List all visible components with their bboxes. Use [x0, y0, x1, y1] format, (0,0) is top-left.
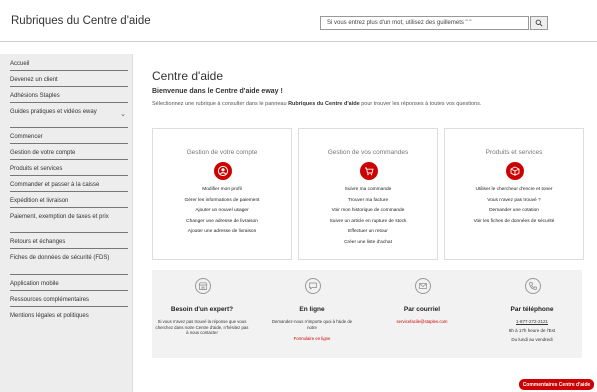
- page-title: Centre d'aide: [152, 69, 224, 83]
- contact-email: Par courriel servicefacile@staples.com: [372, 270, 472, 358]
- link-ajouter-usager[interactable]: Ajouter un nouvel usager: [153, 206, 291, 217]
- chat-icon: [305, 278, 321, 294]
- sidebar: Accueil Devenez un client Adhésions Stap…: [0, 54, 133, 392]
- sidebar-item-label: Fiches de données de sécurité (FDS): [10, 255, 110, 261]
- search-icon: [535, 19, 543, 27]
- sidebar-item-mentions[interactable]: Mentions légales et politiques: [10, 309, 128, 323]
- sidebar-item-label: Adhésions Staples: [10, 93, 60, 99]
- card-title: Gestion de votre compte: [186, 149, 258, 156]
- sidebar-item-produits[interactable]: Produits et services: [10, 162, 128, 176]
- link-suivre-commande[interactable]: Suivre ma commande: [299, 185, 437, 196]
- chevron-down-icon: ⌄: [120, 111, 126, 118]
- link-trouver-facture[interactable]: Trouver ma facture: [299, 196, 437, 207]
- email-icon: [415, 278, 431, 294]
- user-icon: [214, 162, 232, 180]
- intro-text-bold: Rubriques du Centre d'aide: [288, 101, 360, 107]
- sidebar-item-label: Ressources complémentaires: [10, 297, 90, 303]
- sidebar-item-label: Retours et échanges: [10, 239, 66, 245]
- link-modifier-profil[interactable]: Modifier mon profil: [153, 185, 291, 196]
- card-products: Produits et services Utiliser le cherche…: [444, 128, 584, 260]
- store-icon: [195, 278, 211, 294]
- sidebar-item-gestion-compte[interactable]: Gestion de votre compte: [10, 146, 128, 160]
- link-liste-achat[interactable]: Créer une liste d'achat: [299, 238, 437, 249]
- link-gerer-paiement[interactable]: Gérer les informations de paiement: [153, 196, 291, 207]
- feedback-button[interactable]: Commentaires Centre d'aide: [519, 379, 594, 390]
- intro-text-start: Sélectionnez une rubrique à consulter da…: [152, 101, 289, 107]
- sidebar-item-label: Produits et services: [10, 166, 63, 172]
- contact-online: En ligne Demandez-nous n'importe quoi à …: [262, 270, 362, 358]
- email-title: Par courriel: [403, 306, 441, 313]
- phone-hours: 8h à 17h heure de l'Est: [508, 328, 556, 333]
- sidebar-item-ressources[interactable]: Ressources complémentaires: [10, 293, 128, 307]
- box-icon: [506, 162, 524, 180]
- page-header: Rubriques du Centre d'aide Si vous entre…: [0, 0, 597, 42]
- search-button[interactable]: [530, 16, 548, 30]
- welcome-heading: Bienvenue dans le Centre d'aide eway !: [152, 88, 283, 95]
- card-title: Produits et services: [485, 149, 543, 156]
- sidebar-item-commander[interactable]: Commander et passer à la caisse: [10, 178, 128, 192]
- sidebar-item-fds[interactable]: Fiches de données de sécurité (FDS): [10, 251, 128, 275]
- sidebar-item-label: Guides pratiques et vidéos eway: [10, 109, 97, 115]
- sidebar-item-commencer[interactable]: Commencer: [10, 130, 128, 144]
- sidebar-item-label: Accueil: [10, 61, 30, 67]
- intro-text: Sélectionnez une rubrique à consulter da…: [152, 101, 481, 107]
- sidebar-item-label: Mentions légales et politiques: [10, 313, 89, 319]
- sidebar-item-expedition[interactable]: Expédition et livraison: [10, 194, 128, 208]
- link-chercheur-encre[interactable]: Utiliser le chercheur d'encre et toner: [445, 185, 583, 196]
- online-text: Demandez-nous n'importe quoi à l'aide de…: [271, 319, 353, 330]
- contact-section: Besoin d'un expert? Si vous n'avez pas t…: [152, 270, 582, 358]
- expert-text: Si vous n'avez pas trouvé la réponse que…: [155, 319, 249, 335]
- sidebar-item-label: Expédition et livraison: [10, 198, 69, 204]
- cart-icon: [360, 162, 378, 180]
- link-fiches-donnees[interactable]: Voir les fiches de données de sécurité: [445, 217, 583, 228]
- online-title: En ligne: [299, 306, 325, 313]
- phone-days: Du lundi au vendredi: [511, 337, 553, 342]
- card-orders: Gestion de vos commandes Suivre ma comma…: [298, 128, 438, 260]
- intro-text-end: pour trouver les réponses à toutes vos q…: [359, 101, 482, 107]
- link-changer-adresse[interactable]: Changer une adresse de livraison: [153, 217, 291, 228]
- online-form-link[interactable]: Formulaire en ligne: [262, 336, 362, 342]
- link-effectuer-retour[interactable]: Effectuer un retour: [299, 227, 437, 238]
- card-account: Gestion de votre compte Modifier mon pro…: [152, 128, 292, 260]
- sidebar-item-paiement[interactable]: Paiement, exemption de taxes et prix: [10, 210, 128, 233]
- sidebar-item-accueil[interactable]: Accueil: [10, 57, 128, 71]
- contact-phone: Par téléphone 1-877-272-2121 8h à 17h he…: [482, 270, 582, 358]
- sidebar-item-label: Gestion de votre compte: [10, 150, 76, 156]
- sidebar-item-adhesions[interactable]: Adhésions Staples: [10, 89, 128, 103]
- help-topics-title: Rubriques du Centre d'aide: [11, 15, 151, 27]
- contact-expert: Besoin d'un expert? Si vous n'avez pas t…: [152, 270, 252, 358]
- sidebar-item-application[interactable]: Application mobile: [10, 277, 128, 291]
- sidebar-item-label: Paiement, exemption de taxes et prix: [10, 214, 109, 220]
- link-rupture-stock[interactable]: Suivre un article en rupture de stock: [299, 217, 437, 228]
- card-title: Gestion de vos commandes: [327, 149, 409, 156]
- sidebar-item-label: Commander et passer à la caisse: [10, 182, 100, 188]
- link-cotation[interactable]: Demander une cotation: [445, 206, 583, 217]
- sidebar-item-label: Devenez un client: [10, 77, 58, 83]
- sidebar-item-devenez-client[interactable]: Devenez un client: [10, 73, 128, 87]
- expert-title: Besoin d'un expert?: [170, 306, 234, 313]
- search-input[interactable]: Si vous entrez plus d'un mot, utilisez d…: [320, 16, 529, 30]
- sidebar-item-label: Application mobile: [10, 281, 59, 287]
- sidebar-item-guides[interactable]: Guides pratiques et vidéos eway ⌄: [10, 105, 128, 128]
- link-pas-trouve[interactable]: Vous n'avez pas trouvé ?: [445, 196, 583, 207]
- link-ajouter-adresse[interactable]: Ajouter une adresse de livraison: [153, 227, 291, 238]
- phone-number-link[interactable]: 1-877-272-2121: [482, 319, 582, 324]
- sidebar-item-retours[interactable]: Retours et échanges: [10, 235, 128, 249]
- phone-icon: [525, 278, 541, 294]
- email-link[interactable]: servicefacile@staples.com: [372, 319, 472, 325]
- phone-title: Par téléphone: [510, 306, 554, 313]
- link-historique[interactable]: Voir mon historique de commande: [299, 206, 437, 217]
- sidebar-item-label: Commencer: [10, 134, 43, 140]
